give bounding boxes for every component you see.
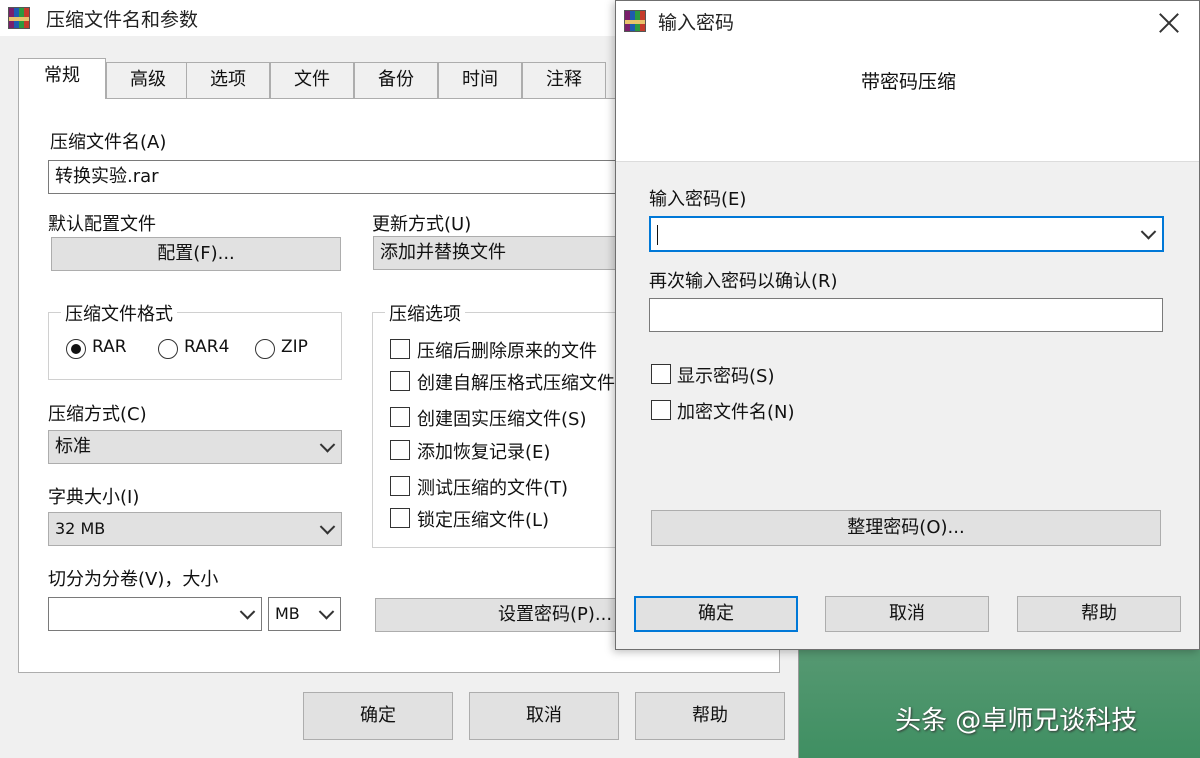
radio-rar[interactable] (66, 339, 86, 359)
set-password-button[interactable]: 设置密码(P)... (375, 598, 628, 632)
update-mode-label: 更新方式(U) (372, 214, 472, 235)
tab-backup[interactable]: 备份 (354, 62, 438, 98)
watermark-text: 头条 @卓师兄谈科技 (895, 706, 1138, 736)
chevron-down-icon (319, 437, 336, 453)
option-solid-label: 创建固实压缩文件(S) (417, 409, 587, 430)
update-mode-value: 添加并替换文件 (380, 242, 506, 263)
dialog-title: 输入密码 (658, 12, 735, 34)
close-icon[interactable] (1159, 13, 1179, 33)
main-ok-button[interactable]: 确定 (303, 692, 453, 740)
tab-comment[interactable]: 注释 (522, 62, 606, 98)
text-cursor (657, 225, 658, 245)
update-mode-select[interactable]: 添加并替换文件 (373, 236, 628, 270)
tab-time[interactable]: 时间 (438, 62, 522, 98)
organize-passwords-button[interactable]: 整理密码(O)... (651, 510, 1161, 546)
split-size-input[interactable] (48, 597, 262, 631)
archive-format-title: 压缩文件格式 (61, 300, 177, 326)
radio-rar-label: RAR (92, 337, 127, 357)
option-test-checkbox[interactable] (390, 476, 410, 496)
archive-name-label: 压缩文件名(A) (50, 132, 167, 153)
method-label: 压缩方式(C) (48, 404, 147, 425)
tab-advanced[interactable]: 高级 (106, 62, 190, 98)
radio-zip[interactable] (255, 339, 275, 359)
dialog-cancel-button[interactable]: 取消 (825, 596, 989, 632)
dialog-heading: 带密码压缩 (860, 71, 956, 93)
method-value: 标准 (55, 436, 91, 457)
option-lock-label: 锁定压缩文件(L) (417, 510, 550, 531)
dictionary-size-select[interactable]: 32 MB (48, 512, 342, 546)
encrypt-filenames-label: 加密文件名(N) (677, 402, 795, 423)
dialog-help-button[interactable]: 帮助 (1017, 596, 1181, 632)
enter-password-dialog: 输入密码 带密码压缩 输入密码(E) 再次输入密码以确认(R) 显示密码(S) … (615, 0, 1200, 650)
dialog-header: 输入密码 带密码压缩 (616, 1, 1199, 162)
option-lock-checkbox[interactable] (390, 508, 410, 528)
show-password-label: 显示密码(S) (677, 366, 775, 387)
confirm-password-input[interactable] (649, 298, 1163, 332)
option-delete-after-checkbox[interactable] (390, 339, 410, 359)
default-profile-label: 默认配置文件 (48, 214, 156, 235)
main-help-button[interactable]: 帮助 (635, 692, 785, 740)
archive-options-title: 压缩选项 (385, 300, 465, 326)
split-unit-value: MB (275, 604, 300, 623)
option-delete-after-label: 压缩后删除原来的文件 (417, 341, 597, 362)
main-cancel-button[interactable]: 取消 (469, 692, 619, 740)
confirm-password-label: 再次输入密码以确认(R) (649, 271, 838, 292)
dialog-ok-button[interactable]: 确定 (634, 596, 798, 632)
password-label: 输入密码(E) (649, 189, 747, 210)
chevron-down-icon (318, 604, 335, 620)
radio-rar4[interactable] (158, 339, 178, 359)
option-sfx-checkbox[interactable] (390, 371, 410, 391)
password-input[interactable] (649, 216, 1164, 252)
option-recovery-checkbox[interactable] (390, 440, 410, 460)
split-volumes-label: 切分为分卷(V)，大小 (48, 569, 219, 590)
split-unit-select[interactable]: MB (268, 597, 341, 631)
chevron-down-icon (239, 604, 256, 620)
chevron-down-icon (1140, 224, 1157, 240)
option-solid-checkbox[interactable] (390, 407, 410, 427)
main-window-title: 压缩文件名和参数 (46, 9, 199, 31)
winrar-app-icon (624, 10, 646, 32)
dictionary-size-label: 字典大小(I) (48, 487, 140, 508)
option-sfx-label: 创建自解压格式压缩文件 (417, 373, 615, 394)
tab-options[interactable]: 选项 (186, 62, 270, 98)
set-password-label: 设置密码(P)... (498, 604, 613, 625)
radio-zip-label: ZIP (281, 337, 308, 357)
option-recovery-label: 添加恢复记录(E) (417, 442, 551, 463)
dictionary-size-value: 32 MB (55, 519, 106, 538)
method-select[interactable]: 标准 (48, 430, 342, 464)
profile-button[interactable]: 配置(F)... (51, 237, 341, 271)
radio-rar4-label: RAR4 (184, 337, 230, 357)
archive-name-input[interactable]: 转换实验.rar (48, 160, 628, 194)
winrar-app-icon (8, 7, 30, 29)
tab-files[interactable]: 文件 (270, 62, 354, 98)
tab-general[interactable]: 常规 (18, 58, 106, 99)
encrypt-filenames-checkbox[interactable] (651, 400, 671, 420)
show-password-checkbox[interactable] (651, 364, 671, 384)
chevron-down-icon (319, 519, 336, 535)
option-test-label: 测试压缩的文件(T) (417, 478, 569, 499)
